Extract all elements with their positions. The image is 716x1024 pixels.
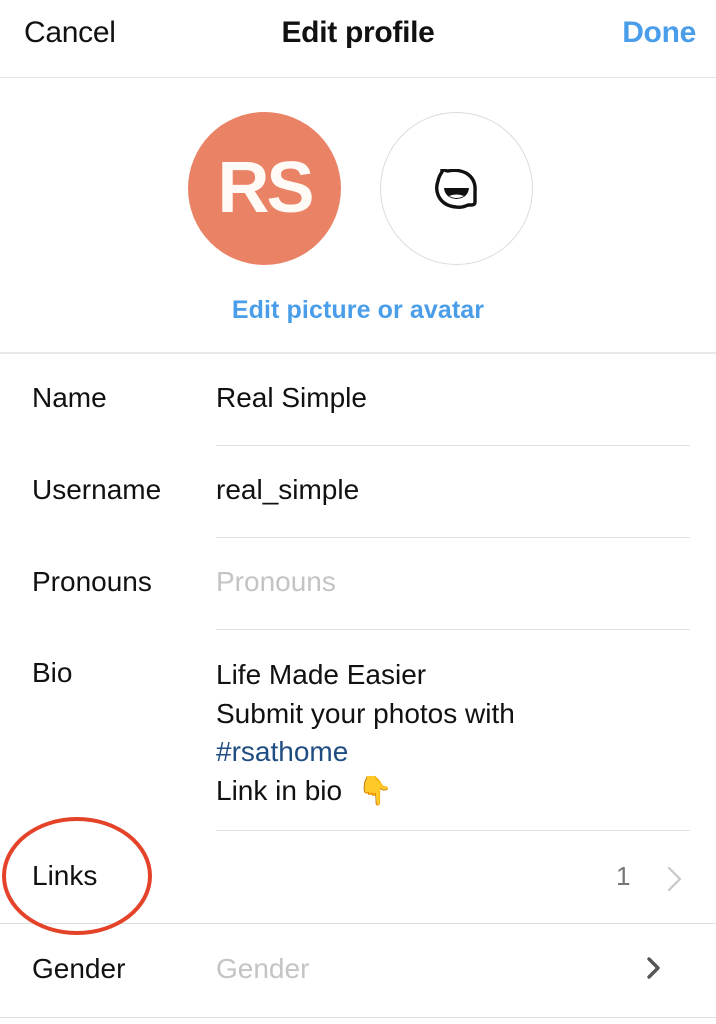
pronouns-input[interactable]: Pronouns [200, 554, 700, 614]
chevron-right-icon [647, 957, 660, 979]
links-row[interactable] [0, 831, 716, 923]
name-input[interactable]: Real Simple [200, 370, 700, 430]
name-label: Name [32, 382, 107, 413]
bio-line: Submit your photos with [216, 697, 515, 729]
pronouns-label: Pronouns [32, 566, 152, 597]
edit-picture-link[interactable]: Edit picture or avatar [0, 296, 716, 325]
divider [216, 537, 690, 538]
nav-bar: Cancel Edit profile Done [0, 0, 716, 78]
chevron-right-icon [667, 866, 682, 892]
name-value: Real Simple [216, 382, 367, 413]
done-button[interactable]: Done [622, 16, 696, 50]
gender-label: Gender [32, 953, 126, 984]
avatar-section: RS Edit picture or avatar [0, 78, 716, 354]
divider [216, 629, 690, 630]
bio-line-text: Link in bio [216, 774, 343, 806]
bio-line: Life Made Easier [216, 659, 427, 690]
bio-hashtag[interactable]: #rsathome [216, 733, 515, 772]
gender-placeholder: Gender [216, 953, 310, 984]
avatar-face-icon [434, 168, 477, 209]
bio-label: Bio [32, 657, 73, 688]
divider [216, 445, 690, 446]
profile-picture[interactable]: RS [188, 112, 341, 265]
username-input[interactable]: real_simple [200, 462, 700, 522]
pronouns-placeholder: Pronouns [216, 566, 336, 597]
links-label: Links [32, 860, 98, 891]
page-title: Edit profile [281, 16, 435, 49]
profile-initials: RS [217, 147, 314, 228]
bio-input[interactable]: Life Made Easier Submit your photos with… [216, 656, 515, 810]
bio-line: Link in bio 👇 [216, 772, 515, 811]
username-label: Username [32, 474, 162, 505]
pointing-down-emoji: 👇 [357, 774, 393, 806]
divider [0, 1017, 716, 1018]
username-value: real_simple [216, 474, 360, 505]
avatar-option[interactable] [380, 112, 533, 265]
links-count: 1 [616, 861, 631, 891]
